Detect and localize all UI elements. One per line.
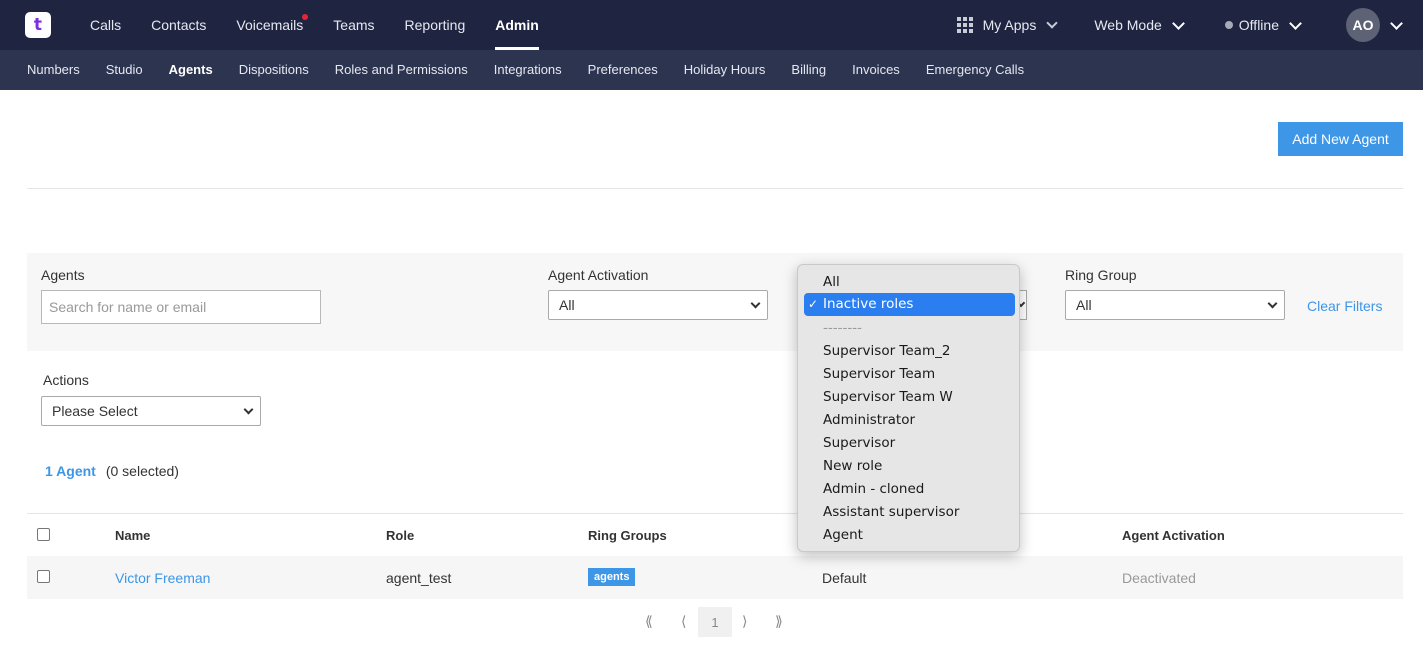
agent-search-input[interactable]: Search for name or email xyxy=(41,290,321,324)
column-header-ring-groups[interactable]: Ring Groups xyxy=(588,528,667,543)
role-option-administrator[interactable]: Administrator xyxy=(823,409,915,432)
actions-select-value: Please Select xyxy=(52,403,138,419)
ring-group-badge: agents xyxy=(588,568,636,586)
select-all-checkbox[interactable] xyxy=(37,528,50,541)
status-dot-icon xyxy=(1224,21,1233,29)
agent-name-link[interactable]: Victor Freeman xyxy=(115,570,210,586)
agent-count[interactable]: 1 Agent xyxy=(45,463,96,479)
status-label: Offline xyxy=(1238,17,1279,33)
chevron-down-icon xyxy=(750,298,761,309)
role-option-inactive-roles[interactable]: ✓ Inactive roles xyxy=(804,293,1015,316)
subnav-studio[interactable]: Studio xyxy=(93,50,156,90)
chevron-down-icon xyxy=(1046,17,1058,29)
web-mode-menu[interactable]: Web Mode xyxy=(1094,16,1185,33)
nav-teams[interactable]: Teams xyxy=(318,0,389,50)
role-option-new-role[interactable]: New role xyxy=(823,455,882,478)
table-row: Victor Freeman agent_test agents Default… xyxy=(27,556,1403,599)
role-option-supervisor-team[interactable]: Supervisor Team xyxy=(823,363,935,386)
role-option-agent[interactable]: Agent xyxy=(823,524,863,547)
last-page-button[interactable]: ⟫ xyxy=(775,613,783,630)
subnav-integrations[interactable]: Integrations xyxy=(481,50,575,90)
avatar: AO xyxy=(1346,8,1380,42)
clear-filters-link[interactable]: Clear Filters xyxy=(1307,298,1382,314)
agent-team: Default xyxy=(822,570,867,586)
role-option-supervisor-team-w[interactable]: Supervisor Team W xyxy=(823,386,953,409)
activation-select[interactable]: All xyxy=(548,290,768,320)
checkmark-icon: ✓ xyxy=(808,297,819,311)
column-header-role[interactable]: Role xyxy=(386,528,414,543)
subnav-dispositions[interactable]: Dispositions xyxy=(226,50,322,90)
agent-count-summary: 1 Agent (0 selected) xyxy=(45,463,179,479)
filter-panel: Agents Search for name or email Agent Ac… xyxy=(27,253,1403,351)
nav-voicemails[interactable]: Voicemails xyxy=(221,0,318,50)
chevron-down-icon xyxy=(1390,16,1403,30)
ring-group-select-value: All xyxy=(1076,297,1092,313)
role-dropdown-menu: All ✓ Inactive roles -------- Supervisor… xyxy=(797,264,1020,552)
role-option-admin-cloned[interactable]: Admin - cloned xyxy=(823,478,924,501)
actions-select[interactable]: Please Select xyxy=(41,396,261,426)
add-new-agent-button[interactable]: Add New Agent xyxy=(1278,122,1403,156)
top-right-controls: My Apps Web Mode Offline AO xyxy=(956,0,1423,50)
row-checkbox[interactable] xyxy=(37,570,50,583)
app-grid-icon xyxy=(956,17,973,33)
agents-filter-label: Agents xyxy=(41,267,85,283)
first-page-button[interactable]: ⟪ xyxy=(645,613,653,630)
role-option-supervisor[interactable]: Supervisor xyxy=(823,432,895,455)
subnav-holiday-hours[interactable]: Holiday Hours xyxy=(671,50,779,90)
nav-voicemails-label: Voicemails xyxy=(236,17,304,33)
role-option-separator: -------- xyxy=(823,320,862,336)
app-logo[interactable]: t xyxy=(25,12,51,38)
role-option-assistant-supervisor[interactable]: Assistant supervisor xyxy=(823,501,959,524)
nav-reporting[interactable]: Reporting xyxy=(390,0,481,50)
subnav-invoices[interactable]: Invoices xyxy=(839,50,913,90)
ring-group-filter-label: Ring Group xyxy=(1065,267,1137,283)
notification-dot-icon xyxy=(302,14,309,20)
actions-label: Actions xyxy=(43,372,89,388)
user-menu[interactable]: AO xyxy=(1346,8,1403,42)
subnav-roles-and-permissions[interactable]: Roles and Permissions xyxy=(322,50,481,90)
agent-role: agent_test xyxy=(386,570,452,586)
nav-calls[interactable]: Calls xyxy=(75,0,136,50)
my-apps-menu[interactable]: My Apps xyxy=(956,17,1058,33)
chevron-down-icon xyxy=(1171,16,1185,30)
column-header-name[interactable]: Name xyxy=(115,528,150,543)
ring-group-select[interactable]: All xyxy=(1065,290,1285,320)
subnav-agents[interactable]: Agents xyxy=(156,50,226,90)
table-header: Name Role Ring Groups Agent Activation xyxy=(27,513,1403,556)
activation-filter-label: Agent Activation xyxy=(548,267,649,283)
nav-admin[interactable]: Admin xyxy=(480,0,554,50)
subnav-emergency-calls[interactable]: Emergency Calls xyxy=(913,50,1037,90)
next-page-button[interactable]: ⟩ xyxy=(742,613,747,630)
status-menu[interactable]: Offline xyxy=(1224,16,1302,33)
top-navigation-bar: t Calls Contacts Voicemails Teams Report… xyxy=(0,0,1423,50)
selected-count: (0 selected) xyxy=(105,463,179,479)
role-option-supervisor-team-2[interactable]: Supervisor Team_2 xyxy=(823,340,950,363)
logo-glyph: t xyxy=(33,15,43,35)
current-page[interactable]: 1 xyxy=(698,607,732,637)
activation-select-value: All xyxy=(559,297,575,313)
chevron-down-icon xyxy=(1267,298,1278,309)
nav-contacts[interactable]: Contacts xyxy=(136,0,221,50)
subnav-preferences[interactable]: Preferences xyxy=(575,50,671,90)
my-apps-label: My Apps xyxy=(982,17,1037,33)
chevron-down-icon xyxy=(1289,16,1302,30)
previous-page-button[interactable]: ⟨ xyxy=(681,613,686,630)
web-mode-label: Web Mode xyxy=(1094,17,1162,33)
column-header-agent-activation[interactable]: Agent Activation xyxy=(1122,528,1225,543)
chevron-down-icon xyxy=(243,404,254,415)
agent-activation-status: Deactivated xyxy=(1122,570,1196,586)
subnav-billing[interactable]: Billing xyxy=(778,50,839,90)
role-option-label: Inactive roles xyxy=(823,296,914,312)
admin-sub-navigation: Numbers Studio Agents Dispositions Roles… xyxy=(0,50,1423,90)
role-option-all[interactable]: All xyxy=(823,271,840,294)
pagination: ⟪ ⟨ 1 ⟩ ⟫ xyxy=(0,607,1423,637)
subnav-numbers[interactable]: Numbers xyxy=(14,50,93,90)
divider xyxy=(27,188,1403,189)
main-nav: Calls Contacts Voicemails Teams Reportin… xyxy=(75,0,554,50)
